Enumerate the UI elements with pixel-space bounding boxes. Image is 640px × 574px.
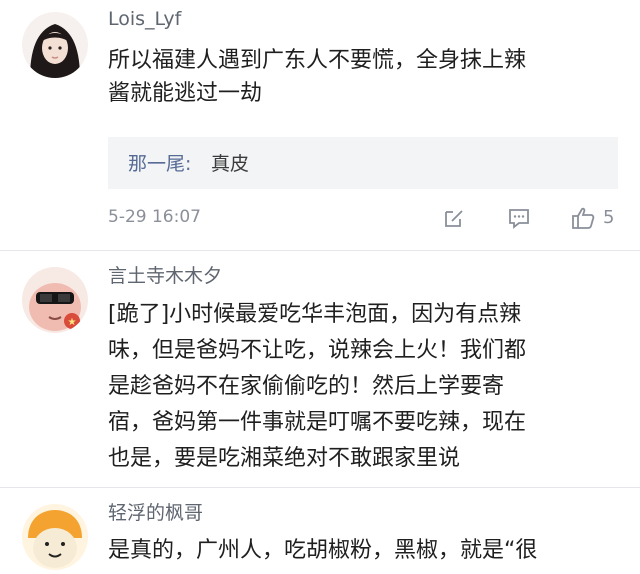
comment-icon[interactable] (507, 206, 531, 230)
edit-icon[interactable] (442, 206, 466, 230)
comment-text-line: 宿，爸妈第一件事就是叮嘱不要吃辣，现在 (108, 410, 527, 435)
avatar[interactable]: ★ (22, 267, 88, 333)
avatar[interactable] (22, 12, 88, 78)
comment-text-line: 也是，要是吃湘菜绝对不敢跟家里说 (108, 446, 461, 471)
like-count: 5 (603, 207, 615, 228)
comment-text-line: [跪了]小时候最爱吃华丰泡面，因为有点辣 (108, 302, 522, 327)
comment-text-line: 味，但是爸妈不让吃，说辣会上火！我们都 (108, 338, 527, 363)
comment-item-3: 轻浮的枫哥 是真的，广州人，吃胡椒粉，黑椒，就是“很 (0, 488, 640, 574)
avatar-image: ★ (22, 267, 88, 333)
comment-item-2: ★ 言土寺木木夕 [跪了]小时候最爱吃华丰泡面，因为有点辣 味，但是爸妈不让吃，… (0, 251, 640, 487)
comment-text: 是真的，广州人，吃胡椒粉，黑椒，就是“很 (108, 534, 613, 567)
comment-text: 所以福建人遇到广东人不要慌，全身抹上辣 酱就能逃过一劫 (108, 44, 613, 110)
reply-text: 真皮 (211, 153, 250, 175)
thumbs-up-icon[interactable] (571, 206, 595, 230)
comment-date: 5-29 16:07 (108, 207, 201, 227)
comment-text-line: 酱就能逃过一劫 (108, 81, 263, 106)
comment-text-line: 是趁爸妈不在家偷偷吃的！然后上学要寄 (108, 374, 505, 399)
comment-item-1: Lois_Lyf 所以福建人遇到广东人不要慌，全身抹上辣 酱就能逃过一劫 那一尾… (0, 0, 640, 250)
comment-text-line: 是真的，广州人，吃胡椒粉，黑椒，就是“很 (108, 538, 538, 563)
comment-text: [跪了]小时候最爱吃华丰泡面，因为有点辣 味，但是爸妈不让吃，说辣会上火！我们都… (108, 297, 613, 477)
comment-text-line: 所以福建人遇到广东人不要慌，全身抹上辣 (108, 48, 527, 73)
username[interactable]: 言土寺木木夕 (108, 261, 222, 288)
avatar-image (22, 12, 88, 78)
reply-author[interactable]: 那一尾: (128, 149, 191, 176)
avatar[interactable] (22, 504, 88, 570)
reply-box[interactable]: 那一尾: 真皮 (108, 137, 618, 189)
avatar-image (22, 504, 88, 570)
username[interactable]: 轻浮的枫哥 (108, 498, 203, 525)
username[interactable]: Lois_Lyf (108, 8, 181, 30)
svg-text:★: ★ (68, 317, 77, 328)
